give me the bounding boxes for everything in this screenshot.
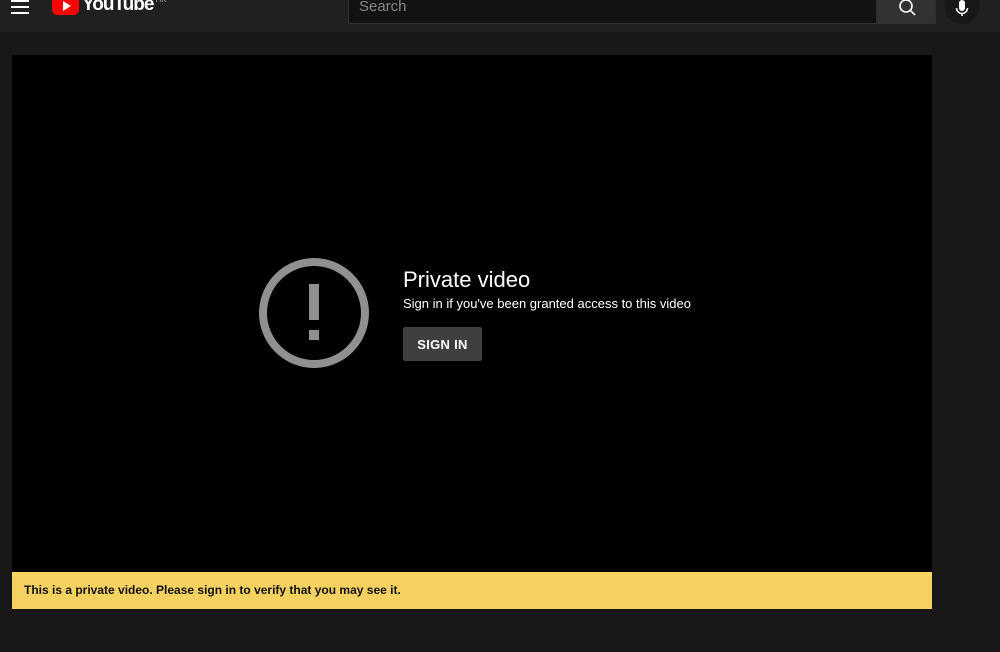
logo-country-code: HK	[155, 0, 166, 4]
search-button[interactable]	[877, 0, 936, 24]
youtube-play-icon	[52, 0, 79, 15]
alert-circle-icon	[259, 258, 369, 368]
youtube-logo[interactable]: YouTube HK	[52, 0, 167, 16]
private-video-notice: This is a private video. Please sign in …	[12, 572, 932, 609]
menu-icon[interactable]	[11, 0, 29, 14]
search-input[interactable]	[348, 0, 877, 24]
search-icon	[899, 0, 916, 16]
sign-in-button[interactable]: SIGN IN	[403, 327, 482, 361]
microphone-icon	[955, 0, 969, 16]
voice-search-button[interactable]	[944, 0, 980, 24]
top-bar: YouTube HK	[0, 0, 1000, 32]
video-player[interactable]: Private video Sign in if you've been gra…	[12, 55, 932, 572]
private-video-message: Private video Sign in if you've been gra…	[403, 268, 691, 312]
message-subtitle: Sign in if you've been granted access to…	[403, 296, 691, 311]
message-title: Private video	[403, 267, 531, 292]
logo-text: YouTube	[82, 0, 154, 15]
